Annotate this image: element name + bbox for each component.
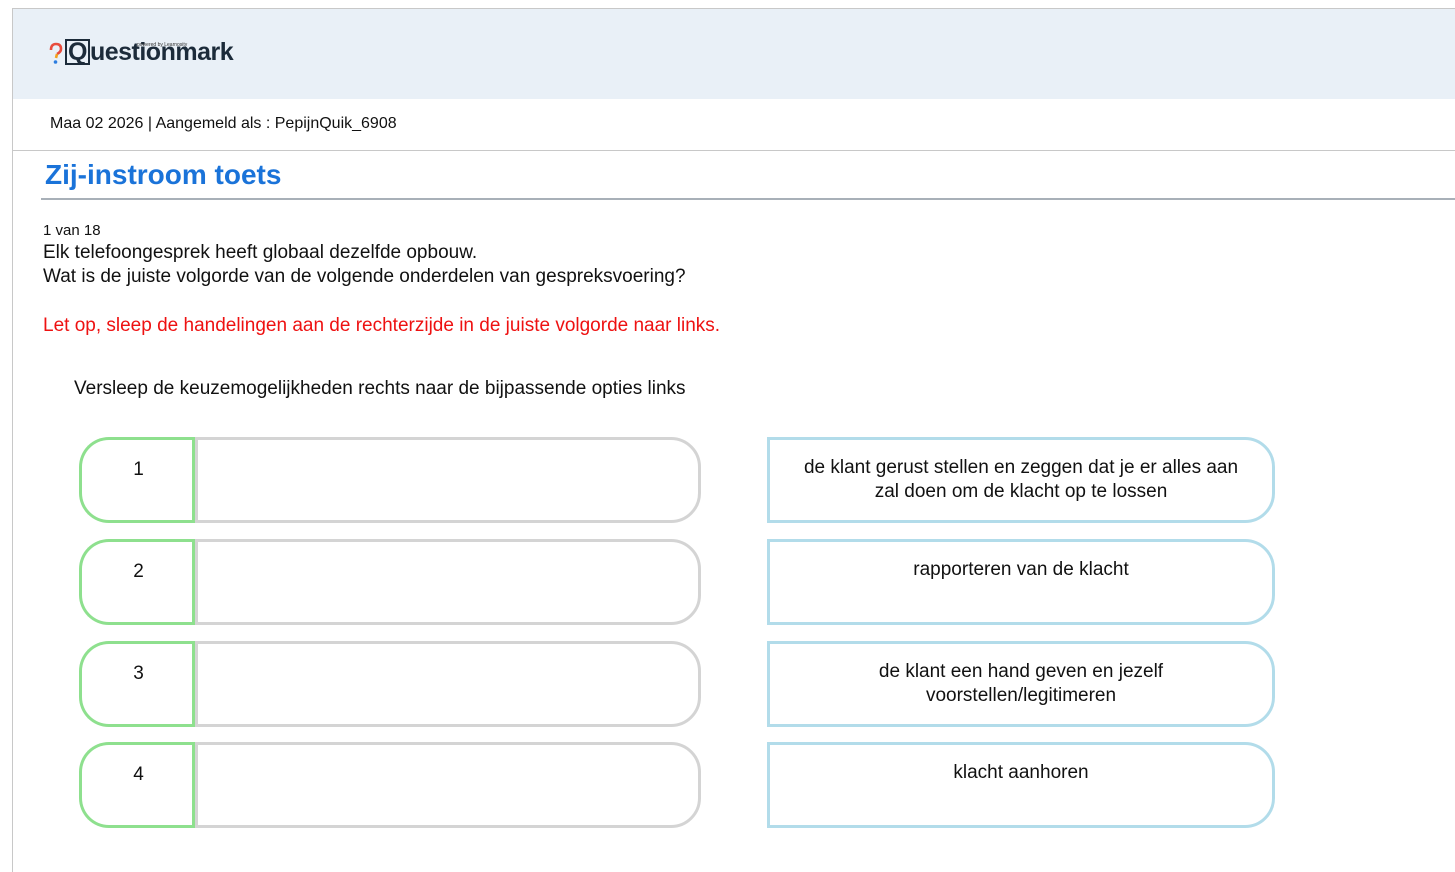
target-row-4: 4 [79,742,701,828]
question-counter: 1 van 18 [43,222,101,239]
drop-zone-3[interactable] [195,641,701,727]
target-number: 1 [79,437,195,523]
draggable-choice-1[interactable]: de klant gerust stellen en zeggen dat je… [767,437,1275,523]
title-divider [41,198,1455,200]
header: Questionmark powered by Learnosity [13,9,1455,99]
target-number: 4 [79,742,195,828]
target-number: 3 [79,641,195,727]
questionmark-logo-icon [49,41,63,67]
date-user-info: Maa 02 2026 | Aangemeld als : PepijnQuik… [50,115,397,132]
target-row-1: 1 [79,437,701,523]
drop-zone-2[interactable] [195,539,701,625]
draggable-choice-4[interactable]: klacht aanhoren [767,742,1275,828]
drop-zone-1[interactable] [195,437,701,523]
logo-subtext: powered by Learnosity [137,42,188,48]
question-text-line-2: Wat is de juiste volgorde van de volgend… [43,266,686,287]
instruction-text: Versleep de keuzemogelijkheden rechts na… [74,378,686,399]
assessment-window: Questionmark powered by Learnosity Maa 0… [12,8,1455,872]
question-text-line-1: Elk telefoongesprek heeft globaal dezelf… [43,242,478,263]
drop-zone-4[interactable] [195,742,701,828]
info-bar: Maa 02 2026 | Aangemeld als : PepijnQuik… [13,99,1455,151]
draggable-choice-2[interactable]: rapporteren van de klacht [767,539,1275,625]
page-title: Zij-instroom toets [45,159,282,190]
draggable-choice-3[interactable]: de klant een hand geven en jezelf voorst… [767,641,1275,727]
target-number: 2 [79,539,195,625]
target-row-2: 2 [79,539,701,625]
target-row-3: 3 [79,641,701,727]
warning-text: Let op, sleep de handelingen aan de rech… [43,315,721,336]
